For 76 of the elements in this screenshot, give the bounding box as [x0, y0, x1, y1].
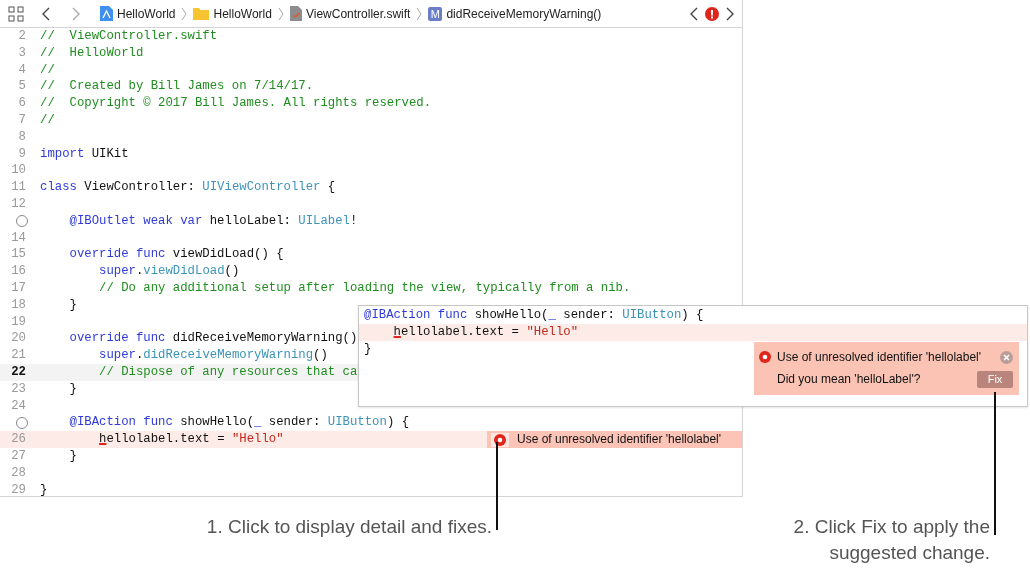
- code-line: //: [40, 112, 55, 129]
- line-number: 8: [18, 128, 26, 146]
- line-number: 4: [18, 61, 26, 79]
- line-number: 22: [11, 363, 26, 381]
- line-number: 28: [11, 464, 26, 482]
- code-line: }: [68, 380, 77, 398]
- line-number: 27: [11, 447, 26, 465]
- line-number: 17: [11, 279, 26, 297]
- line-number: 5: [18, 78, 26, 96]
- back-icon[interactable]: [42, 6, 51, 21]
- code-line: class ViewController: UIViewController {: [40, 179, 336, 196]
- breadcrumb-item[interactable]: HelloWorld: [213, 6, 272, 21]
- next-issue-icon[interactable]: [725, 6, 734, 21]
- suggestion-text: Did you mean 'helloLabel'?: [777, 372, 921, 386]
- code-line: // ViewController.swift: [40, 28, 218, 45]
- previous-issue-icon[interactable]: [690, 6, 699, 21]
- code-line: }: [68, 296, 77, 314]
- code-line: override func viewDidLoad() {: [68, 246, 284, 264]
- line-number: 26: [11, 431, 26, 448]
- breadcrumb-item[interactable]: didReceiveMemoryWarning(): [446, 6, 602, 21]
- error-icon: [494, 433, 506, 446]
- code-line: super.didReceiveMemoryWarning(): [98, 347, 328, 364]
- line-number: 15: [11, 246, 26, 264]
- line-number: 9: [18, 145, 26, 163]
- method-icon: M: [428, 6, 443, 21]
- callout-text: 1. Click to display detail and fixes.: [206, 515, 492, 539]
- error-icon: [759, 351, 771, 363]
- separator-icon: [181, 6, 188, 21]
- line-number: 21: [11, 347, 26, 364]
- grid-icon[interactable]: [8, 5, 24, 22]
- code-line: hellolabel.text = "Hello": [98, 431, 284, 448]
- error-message: Use of unresolved identifier 'hellolabel': [517, 431, 722, 448]
- code-line: // Created by Bill James on 7/14/17.: [40, 78, 314, 96]
- separator-icon: [416, 6, 423, 21]
- line-number: 16: [11, 263, 26, 280]
- code-line: import UIKit: [40, 145, 129, 163]
- line-number: 18: [11, 296, 26, 314]
- code-line: hellolabel.text = "Hello": [392, 325, 579, 339]
- close-icon[interactable]: [1000, 350, 1013, 364]
- app-icon: [100, 6, 113, 21]
- line-number: 20: [11, 330, 26, 348]
- code-line: }: [40, 481, 48, 496]
- separator-icon: [277, 6, 284, 21]
- line-number: 10: [11, 162, 26, 180]
- forward-icon[interactable]: [71, 6, 80, 21]
- code-line: @IBAction func showHello(_ sender: UIButton) {: [364, 308, 704, 322]
- code-line: // Do any additional setup after loading the view, typically from a nib.: [98, 279, 631, 297]
- line-number: 11: [11, 179, 26, 196]
- code-line: // HelloWorld: [40, 44, 144, 62]
- error-icon[interactable]: [705, 6, 719, 21]
- code-line: }: [68, 447, 77, 465]
- callout-text: 2. Click Fix to apply the suggested change.: [792, 515, 990, 565]
- folder-icon: [193, 7, 210, 20]
- line-number: 6: [18, 95, 26, 112]
- code-line: }: [364, 342, 372, 356]
- line-number: 12: [11, 195, 26, 213]
- breadcrumb-item[interactable]: HelloWorld: [117, 6, 176, 21]
- line-number: 14: [11, 229, 26, 247]
- line-number: 3: [18, 44, 26, 62]
- error-message: Use of unresolved identifier 'hellolabel': [777, 350, 982, 364]
- line-number: 7: [18, 112, 26, 129]
- code-line: // Dispose of any resources that ca: [98, 363, 358, 381]
- code-line: @IBOutlet weak var helloLabel: UILabel!: [68, 212, 358, 230]
- code-line: super.viewDidLoad(): [98, 263, 240, 280]
- code-line: override func didReceiveMemoryWarning(): [68, 330, 358, 348]
- code-line: // Copyright © 2017 Bill James. All rights reserved.: [40, 95, 432, 112]
- code-line: @IBAction func showHello(_ sender: UIButton) {: [68, 414, 410, 432]
- line-number: 2: [18, 28, 26, 45]
- line-number: 23: [11, 380, 26, 398]
- line-number: 29: [11, 481, 26, 496]
- breadcrumb-item[interactable]: ViewController.swift: [305, 6, 411, 21]
- line-number: 19: [11, 313, 26, 331]
- code-line: //: [40, 61, 55, 79]
- error-annotation[interactable]: Use of unresolved identifier 'hellolabel': [487, 431, 742, 448]
- file-icon: [289, 6, 302, 21]
- line-number: 24: [11, 397, 26, 415]
